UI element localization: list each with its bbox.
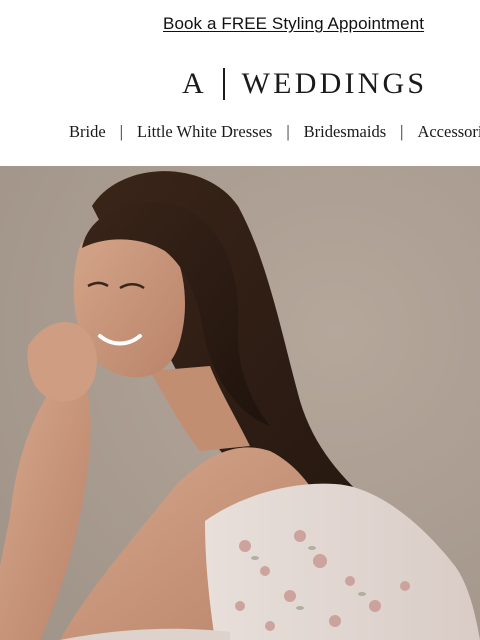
promo-bar: Book a FREE Styling Appointment: [0, 0, 480, 52]
logo-divider: [222, 68, 225, 100]
nav-item-bride[interactable]: Bride: [69, 122, 106, 142]
nav-item-bridesmaids[interactable]: Bridesmaids: [304, 122, 387, 142]
styling-appointment-link[interactable]: Book a FREE Styling Appointment: [163, 14, 424, 34]
logo-mark: A: [182, 67, 205, 100]
main-nav: Bride | Little White Dresses | Bridesmai…: [69, 121, 480, 143]
hero-image[interactable]: [0, 166, 480, 640]
nav-item-little-white-dresses[interactable]: Little White Dresses: [137, 122, 272, 142]
photo-icon: [0, 166, 480, 640]
nav-separator: |: [119, 122, 123, 141]
nav-separator: |: [286, 122, 290, 141]
nav-separator: |: [400, 122, 404, 141]
nav-item-accessories[interactable]: Accessories: [417, 122, 480, 142]
brand-logo[interactable]: A WEDDINGS: [182, 66, 427, 102]
logo-wordmark: WEDDINGS: [241, 67, 428, 100]
email-page: Book a FREE Styling Appointment A WEDDIN…: [0, 0, 480, 640]
